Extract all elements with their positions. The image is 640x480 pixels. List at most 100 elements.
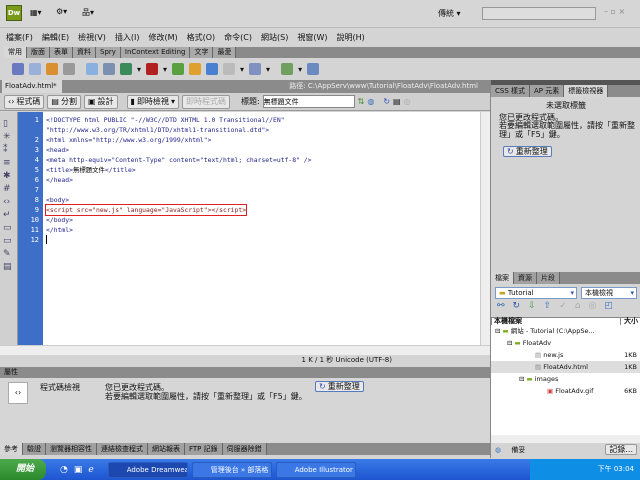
- insert-tab-forms[interactable]: 表單: [50, 47, 73, 58]
- task-firefox[interactable]: 管理後台 » 部落格 »...: [191, 461, 272, 478]
- menu-help[interactable]: 說明(H): [336, 32, 364, 43]
- results-tab-validation[interactable]: 驗證: [23, 443, 46, 455]
- highlight-invalid-icon[interactable]: ‹›: [3, 196, 14, 209]
- open-documents-icon[interactable]: ▯: [3, 118, 14, 131]
- put-files-icon[interactable]: ⇧: [544, 301, 552, 311]
- tree-item[interactable]: ⊟ ▬ FloatAdv: [491, 337, 640, 349]
- tab-ap-elements[interactable]: AP 元素: [530, 85, 565, 97]
- tree-item[interactable]: ▤ new.js 1KB: [491, 349, 640, 361]
- menu-commands[interactable]: 命令(C): [224, 32, 252, 43]
- title-input[interactable]: [262, 95, 355, 108]
- image-icon[interactable]: [120, 63, 132, 75]
- tab-css-styles[interactable]: CSS 樣式: [491, 85, 530, 97]
- menu-site[interactable]: 網站(S): [261, 32, 288, 43]
- menu-view[interactable]: 檢視(V): [78, 32, 106, 43]
- split-view-button[interactable]: ▤ 分割: [47, 94, 81, 109]
- task-illustrator[interactable]: Adobe Illustrator CS4 ...: [275, 461, 356, 478]
- email-link-icon[interactable]: [29, 63, 41, 75]
- site-select[interactable]: ▬ Tutorial ▾: [495, 287, 577, 299]
- view-options-icon[interactable]: ▤: [393, 97, 401, 106]
- tab-snippets[interactable]: 片段: [537, 272, 560, 284]
- connect-icon[interactable]: ⚯: [497, 301, 505, 311]
- insert-tab-favorites[interactable]: 最愛: [213, 47, 237, 58]
- horizontal-scrollbar[interactable]: [0, 345, 490, 355]
- expand-panel-icon[interactable]: ◰: [604, 301, 613, 311]
- menu-file[interactable]: 檔案(F): [6, 32, 33, 43]
- tree-item-selected[interactable]: ▤ FloatAdv.html 1KB: [491, 361, 640, 373]
- comment-icon[interactable]: [206, 63, 219, 75]
- expand-all-icon[interactable]: ≡: [3, 157, 14, 170]
- results-tab-link-checker[interactable]: 連結檢查程式: [97, 443, 148, 455]
- site-icon[interactable]: 品▾: [82, 7, 94, 18]
- insert-tab-spry[interactable]: Spry: [96, 47, 121, 58]
- files-horizontal-scrollbar[interactable]: [491, 435, 640, 443]
- properties-refresh-button[interactable]: ↻ 重新整理: [315, 381, 364, 392]
- insert-tab-layout[interactable]: 版面: [27, 47, 50, 58]
- collapse-selection-icon[interactable]: ⁑: [3, 144, 14, 157]
- named-anchor-icon[interactable]: [46, 63, 58, 75]
- collapse-tag-icon[interactable]: ✳: [3, 131, 14, 144]
- workspace-switcher[interactable]: 傳統 ▾: [438, 8, 461, 19]
- div-icon[interactable]: [103, 63, 115, 75]
- menu-format[interactable]: 格式(O): [187, 32, 216, 43]
- column-local-files[interactable]: 本機檔案: [492, 317, 522, 325]
- tree-item[interactable]: ▣ FloatAdv.gif 6KB: [491, 385, 640, 397]
- word-wrap-icon[interactable]: ↵: [3, 209, 14, 222]
- visual-aids-icon[interactable]: ◎: [404, 97, 411, 106]
- hyperlink-icon[interactable]: [12, 63, 24, 75]
- start-button[interactable]: 開始: [0, 459, 46, 480]
- file-management-icon[interactable]: ⇅: [358, 97, 365, 106]
- snippet-icon[interactable]: ▤: [3, 261, 14, 274]
- search-icon[interactable]: ◔: [60, 465, 68, 475]
- insert-tab-common[interactable]: 常用: [4, 47, 27, 58]
- layout-icon[interactable]: ▦▾: [30, 8, 42, 17]
- column-size[interactable]: 大小: [620, 318, 638, 325]
- refresh-icon[interactable]: ↻: [513, 301, 521, 311]
- tab-tag-inspector[interactable]: 標籤檢視器: [564, 85, 609, 97]
- tag-chooser-icon[interactable]: [307, 63, 320, 75]
- menu-modify[interactable]: 修改(M): [148, 32, 177, 43]
- tag-inspector-refresh-button[interactable]: ↻ 重新整理: [503, 146, 552, 157]
- results-tab-ftp-log[interactable]: FTP 記錄: [185, 443, 223, 455]
- tab-assets[interactable]: 資源: [514, 272, 537, 284]
- document-tab[interactable]: FloatAdv.html* ×: [2, 80, 62, 103]
- design-view-button[interactable]: ▣ 設計: [83, 94, 118, 109]
- head-icon[interactable]: [223, 63, 236, 75]
- view-select[interactable]: 本機檢視 ▾: [581, 287, 637, 299]
- insert-tab-text[interactable]: 文字: [190, 47, 214, 58]
- insert-tab-data[interactable]: 資料: [73, 47, 96, 58]
- search-input[interactable]: [482, 7, 596, 20]
- results-tab-browser-compat[interactable]: 瀏覽器相容性: [46, 443, 97, 455]
- select-parent-icon[interactable]: ✱: [3, 170, 14, 183]
- check-in-icon[interactable]: ⌂: [575, 301, 581, 311]
- refresh-icon[interactable]: ↻: [383, 97, 390, 106]
- results-tab-reference[interactable]: 參考: [0, 443, 23, 455]
- get-files-icon[interactable]: ⇩: [528, 301, 536, 311]
- remove-comment-icon[interactable]: ▭: [3, 235, 14, 248]
- log-button[interactable]: 記錄...: [605, 444, 637, 455]
- horizontal-rule-icon[interactable]: [63, 63, 75, 75]
- date-icon[interactable]: [172, 63, 185, 75]
- code-editor[interactable]: <!DOCTYPE html PUBLIC "-//W3C//DTD XHTML…: [43, 112, 480, 345]
- menu-edit[interactable]: 編輯(E): [42, 32, 69, 43]
- menu-window[interactable]: 視窗(W): [297, 32, 327, 43]
- gear-icon[interactable]: ⚙▾: [56, 7, 67, 16]
- vertical-scrollbar[interactable]: [480, 112, 490, 345]
- live-view-button[interactable]: ▮ 即時檢視 ▾: [126, 94, 179, 109]
- tree-item[interactable]: ⊟ ▬ images: [491, 373, 640, 385]
- templates-icon[interactable]: [281, 63, 294, 75]
- task-dreamweaver[interactable]: Adobe Dreamweaver ...: [107, 461, 188, 478]
- sync-icon[interactable]: ◎: [588, 301, 596, 311]
- tab-files[interactable]: 檔案: [491, 272, 514, 284]
- properties-header[interactable]: 屬性: [0, 367, 490, 378]
- apply-comment-icon[interactable]: ▭: [3, 222, 14, 235]
- live-code-button[interactable]: 即時程式碼: [181, 94, 230, 109]
- wrap-tag-icon[interactable]: ✎: [3, 248, 14, 261]
- table-icon[interactable]: [86, 63, 98, 75]
- results-tab-site-reports[interactable]: 網站報表: [148, 443, 185, 455]
- insert-tab-incontext[interactable]: InContext Editing: [120, 47, 191, 58]
- code-view-button[interactable]: ‹› 程式碼: [4, 94, 45, 109]
- media-icon[interactable]: [146, 63, 159, 75]
- ie-icon[interactable]: ℯ: [88, 465, 93, 475]
- window-controls[interactable]: – ▫ ×: [604, 7, 625, 16]
